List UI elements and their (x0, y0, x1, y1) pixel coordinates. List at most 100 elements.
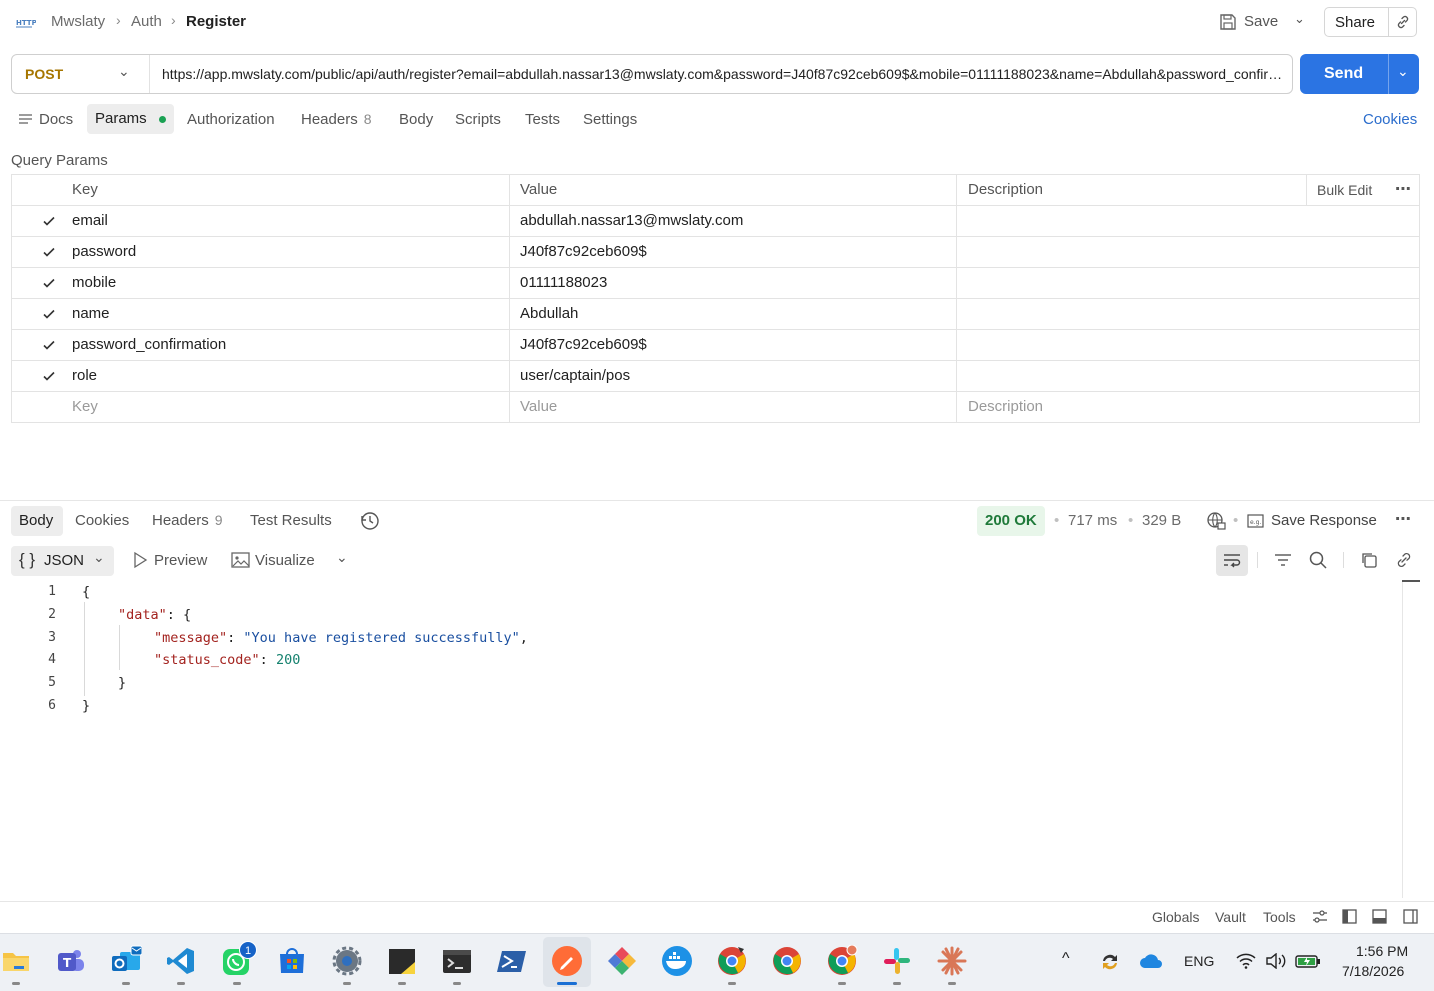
param-value[interactable]: abdullah.nassar13@mwslaty.com (520, 206, 743, 236)
checkbox-checked-icon[interactable] (42, 214, 56, 228)
tab-docs[interactable]: Docs (39, 111, 73, 128)
wrap-lines-button[interactable] (1216, 545, 1248, 576)
vault-button[interactable]: Vault (1215, 909, 1246, 925)
response-tab-test-results[interactable]: Test Results (250, 512, 332, 529)
param-value[interactable]: Abdullah (520, 299, 578, 329)
send-button[interactable]: Send (1324, 65, 1363, 83)
toggle-right-panel-icon[interactable] (1403, 909, 1418, 924)
more-options-icon[interactable]: ⋯ (1395, 509, 1411, 529)
more-options-icon[interactable]: ⋯ (1395, 175, 1411, 205)
visualize-button[interactable]: Visualize (255, 552, 315, 569)
breadcrumb-request-title[interactable]: Register (186, 13, 246, 30)
tab-scripts[interactable]: Scripts (455, 111, 501, 128)
response-tab-cookies[interactable]: Cookies (75, 512, 129, 529)
toggle-sidebar-icon[interactable] (1342, 909, 1357, 924)
settings-gear-icon[interactable] (331, 945, 363, 977)
checkbox-checked-icon[interactable] (42, 307, 56, 321)
param-key[interactable]: password_confirmation (72, 330, 226, 360)
chevron-up-icon[interactable]: ^ (1062, 950, 1070, 968)
response-tab-headers[interactable]: Headers 9 (152, 512, 223, 529)
breadcrumb-folder[interactable]: Auth (131, 13, 162, 30)
response-time[interactable]: 717 ms (1068, 512, 1117, 529)
link-icon[interactable] (1395, 551, 1413, 569)
scrollbar-track[interactable] (1402, 580, 1403, 898)
powershell-icon[interactable] (496, 945, 528, 977)
terminal-icon[interactable] (441, 945, 473, 977)
slack-icon[interactable] (881, 945, 913, 977)
clock-date[interactable]: 7/18/2026 (1342, 963, 1404, 979)
save-button[interactable]: Save (1244, 13, 1278, 30)
docker-icon[interactable] (661, 945, 693, 977)
language-indicator[interactable]: ENG (1184, 953, 1214, 969)
clock-time[interactable]: 1:56 PM (1356, 943, 1408, 959)
tab-tests[interactable]: Tests (525, 111, 560, 128)
checkbox-checked-icon[interactable] (42, 369, 56, 383)
checkbox-checked-icon[interactable] (42, 245, 56, 259)
bulk-edit-button[interactable]: Bulk Edit (1317, 175, 1372, 205)
wifi-icon[interactable] (1236, 953, 1256, 969)
toggle-bottom-panel-icon[interactable] (1372, 909, 1387, 924)
method-select[interactable]: POST ⌄ (12, 55, 150, 93)
settings-sliders-icon[interactable] (1312, 909, 1328, 924)
teams-icon[interactable]: T (55, 945, 87, 977)
format-select[interactable]: { } JSON ⌄ (11, 546, 114, 576)
response-size[interactable]: 329 B (1142, 512, 1181, 529)
param-value[interactable]: J40f87c92ceb609$ (520, 237, 647, 267)
url-input[interactable]: https://app.mwslaty.com/public/api/auth/… (162, 66, 1286, 82)
checkbox-checked-icon[interactable] (42, 276, 56, 290)
param-key[interactable]: password (72, 237, 136, 267)
param-value[interactable]: user/captain/pos (520, 361, 630, 391)
scrollbar-thumb[interactable] (1402, 580, 1420, 582)
search-icon[interactable] (1308, 550, 1328, 570)
microsoft-store-icon[interactable] (276, 945, 308, 977)
checkbox-checked-icon[interactable] (42, 338, 56, 352)
new-param-description-input[interactable]: Description (968, 392, 1043, 422)
param-key[interactable]: role (72, 361, 97, 391)
param-key[interactable]: mobile (72, 268, 116, 298)
response-tab-body[interactable]: Body (11, 506, 63, 536)
chrome-profile-icon[interactable] (826, 944, 858, 977)
claude-icon[interactable] (936, 945, 968, 977)
cookies-link[interactable]: Cookies (1363, 111, 1417, 128)
globe-lock-icon[interactable] (1206, 511, 1226, 531)
file-explorer-icon[interactable] (0, 945, 32, 977)
chevron-down-icon[interactable]: ⌄ (1397, 63, 1409, 80)
chevron-down-icon[interactable]: ⌄ (1294, 11, 1305, 27)
postman-icon[interactable] (551, 945, 583, 977)
filter-icon[interactable] (1274, 552, 1292, 568)
tab-body[interactable]: Body (399, 111, 433, 128)
chrome-dev-icon[interactable] (716, 945, 748, 977)
save-response-button[interactable]: Save Response (1271, 512, 1377, 529)
git-client-icon[interactable] (606, 945, 638, 977)
save-response-icon[interactable]: e.g. (1246, 512, 1266, 530)
onedrive-cloud-icon[interactable] (1139, 953, 1163, 969)
tab-authorization[interactable]: Authorization (187, 111, 275, 128)
preview-button[interactable]: Preview (154, 552, 207, 569)
outlook-icon[interactable] (110, 945, 143, 977)
vscode-icon[interactable] (165, 945, 197, 977)
tab-params[interactable]: Params (87, 104, 174, 134)
tools-button[interactable]: Tools (1263, 909, 1296, 925)
sync-icon[interactable] (1099, 951, 1121, 973)
param-key[interactable]: email (72, 206, 108, 236)
volume-icon[interactable] (1265, 952, 1287, 970)
response-body-code[interactable]: 1 2 3 4 5 6 { "data": { "message": "You … (0, 580, 1400, 900)
response-status-badge[interactable]: 200 OK (977, 506, 1045, 536)
globals-button[interactable]: Globals (1152, 909, 1199, 925)
tab-headers[interactable]: Headers 8 (301, 111, 372, 128)
chrome-icon[interactable] (771, 945, 803, 977)
param-value[interactable]: J40f87c92ceb609$ (520, 330, 647, 360)
new-param-value-input[interactable]: Value (520, 392, 557, 422)
param-key[interactable]: name (72, 299, 110, 329)
breadcrumb-collection[interactable]: Mwslaty (51, 13, 105, 30)
param-value[interactable]: 01111188023 (520, 268, 607, 298)
new-param-key-input[interactable]: Key (72, 392, 98, 422)
chevron-down-icon[interactable]: ⌄ (336, 549, 348, 566)
share-button[interactable]: Share (1335, 14, 1375, 31)
response-divider[interactable] (0, 500, 1434, 501)
copy-icon[interactable] (1360, 551, 1378, 569)
tab-settings[interactable]: Settings (583, 111, 637, 128)
battery-charging-icon[interactable] (1295, 954, 1321, 968)
save-icon[interactable] (1218, 12, 1238, 32)
link-icon[interactable] (1395, 14, 1411, 30)
